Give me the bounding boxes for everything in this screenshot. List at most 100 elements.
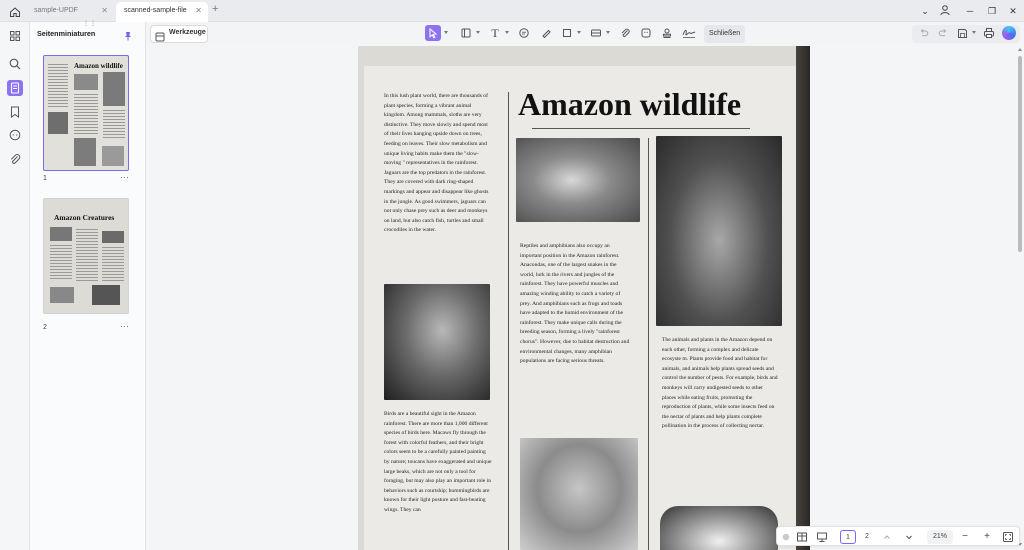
presentation-icon[interactable] bbox=[815, 530, 829, 544]
text-tool-icon[interactable]: T bbox=[487, 25, 503, 41]
thumbnails-icon[interactable] bbox=[7, 80, 23, 96]
column-2-text: Reptiles and amphibians also occupy an i… bbox=[520, 243, 630, 365]
zoom-out-button[interactable]: − bbox=[957, 530, 973, 544]
thumb-heading: Amazon Creatures bbox=[54, 213, 115, 222]
sticker-icon[interactable] bbox=[638, 25, 654, 41]
tools-icon bbox=[155, 29, 165, 42]
attachment-icon[interactable] bbox=[7, 151, 23, 167]
flamingo-photo bbox=[384, 284, 490, 400]
tools-label: Werkzeuge bbox=[169, 29, 206, 36]
page-number: 1 bbox=[43, 175, 47, 182]
document-page: In this lush plant world, there are thou… bbox=[358, 46, 810, 550]
edit-tool-caret-icon[interactable] bbox=[476, 31, 480, 34]
main-toolbar: Werkzeuge T Schließen bbox=[146, 22, 1024, 46]
fit-page-icon[interactable] bbox=[1001, 530, 1015, 544]
pin-icon[interactable] bbox=[123, 28, 133, 41]
comment-icon[interactable] bbox=[7, 127, 23, 143]
ai-assistant-icon[interactable] bbox=[1002, 26, 1016, 40]
highlight-icon[interactable] bbox=[538, 25, 554, 41]
page-thumbnail-2[interactable]: Amazon Creatures bbox=[43, 198, 129, 314]
column-1-text-2: Birds are a beautiful sight in the Amazo… bbox=[384, 411, 492, 513]
print-icon[interactable] bbox=[981, 25, 997, 41]
shape-caret-icon[interactable] bbox=[577, 31, 581, 34]
attach-file-icon[interactable] bbox=[617, 25, 633, 41]
scrollbar-thumb[interactable] bbox=[1018, 56, 1022, 252]
restore-icon[interactable]: ❐ bbox=[985, 4, 999, 18]
edit-tool-icon[interactable] bbox=[458, 25, 474, 41]
tab-label: sample-UPDF bbox=[34, 7, 78, 14]
headline-rule bbox=[532, 128, 750, 129]
next-page-icon[interactable] bbox=[903, 530, 915, 544]
page-navigation-bar: 1 2 21% − + bbox=[776, 526, 1020, 546]
column-1-text: In this lush plant world, there are thou… bbox=[384, 93, 489, 234]
previous-page-icon[interactable] bbox=[881, 530, 893, 544]
close-window-icon[interactable]: ✕ bbox=[1006, 4, 1020, 18]
thumb-text-block bbox=[103, 110, 125, 138]
save-icon[interactable] bbox=[954, 25, 970, 41]
giraffe-photo bbox=[520, 438, 638, 550]
save-caret-icon[interactable] bbox=[972, 31, 976, 34]
ai-orb-icon[interactable] bbox=[779, 530, 793, 544]
tools-button[interactable]: Werkzeuge bbox=[150, 25, 208, 43]
scroll-up-icon[interactable] bbox=[1018, 48, 1022, 51]
vertical-scrollbar[interactable] bbox=[1016, 46, 1024, 550]
organize-icon[interactable] bbox=[7, 28, 23, 44]
form-field-icon[interactable] bbox=[588, 25, 604, 41]
select-tool-icon[interactable] bbox=[425, 25, 441, 41]
thumb-photo bbox=[50, 287, 74, 303]
stamp-icon[interactable] bbox=[659, 25, 675, 41]
thumb-heading: Amazon wildlife bbox=[74, 62, 123, 70]
thumb-photo bbox=[102, 231, 124, 243]
snowy-owl-photo bbox=[660, 506, 778, 550]
page-thumbnail-1[interactable]: Amazon wildlife bbox=[43, 55, 129, 171]
thumb-text-block bbox=[74, 94, 98, 134]
tab-label: scanned-sample-file bbox=[124, 7, 187, 14]
page-more-icon[interactable]: ··· bbox=[120, 321, 129, 331]
resize-handle-icon[interactable]: ⋮⋮ bbox=[83, 20, 97, 27]
close-tab-icon[interactable]: ✕ bbox=[101, 2, 108, 20]
thumb-text-block bbox=[48, 64, 68, 108]
owl-photo bbox=[516, 138, 640, 222]
zoom-level[interactable]: 21% bbox=[927, 530, 953, 544]
select-tool-caret-icon[interactable] bbox=[444, 31, 448, 34]
collapse-icon[interactable]: ⌄ bbox=[918, 4, 932, 18]
text-tool-caret-icon[interactable] bbox=[505, 31, 509, 34]
form-field-caret-icon[interactable] bbox=[606, 31, 610, 34]
bookmark-icon[interactable] bbox=[7, 104, 23, 120]
thumb-photo bbox=[48, 112, 68, 134]
document-viewer: In this lush plant world, there are thou… bbox=[146, 46, 1016, 550]
thumb-text-block bbox=[76, 229, 98, 281]
zoom-in-button[interactable]: + bbox=[979, 530, 995, 544]
callout-icon[interactable] bbox=[516, 25, 532, 41]
shape-icon[interactable] bbox=[559, 25, 575, 41]
left-rail bbox=[0, 22, 30, 550]
thumb-photo bbox=[103, 72, 125, 106]
account-icon[interactable] bbox=[938, 4, 952, 18]
undo-icon[interactable] bbox=[916, 25, 932, 41]
home-icon[interactable] bbox=[9, 5, 21, 17]
tab-sample-updf[interactable]: sample-UPDF ✕ bbox=[26, 2, 114, 22]
page-layout-icon[interactable] bbox=[795, 530, 809, 544]
page-dark-edge bbox=[796, 46, 810, 550]
column-3-text: The animals and plants in the Amazon dep… bbox=[662, 337, 778, 430]
thumb-photo bbox=[50, 227, 72, 241]
column-divider bbox=[508, 92, 509, 550]
page-more-icon[interactable]: ··· bbox=[120, 172, 129, 182]
thumb-text-block bbox=[102, 247, 124, 281]
page-number: 2 bbox=[43, 324, 47, 331]
thumb-photo bbox=[102, 146, 124, 166]
signature-icon[interactable] bbox=[681, 25, 697, 41]
thumbnail-panel: Seitenminiaturen ⋮⋮ Amazon wildlife 1 ··… bbox=[30, 20, 146, 550]
current-page-input[interactable]: 1 bbox=[840, 530, 856, 544]
column-divider bbox=[648, 138, 649, 550]
redo-icon[interactable] bbox=[935, 25, 951, 41]
headline: Amazon wildlife bbox=[518, 86, 742, 122]
close-tab-icon[interactable]: ✕ bbox=[195, 2, 202, 20]
minimize-icon[interactable]: ─ bbox=[963, 4, 977, 18]
tab-scanned-sample-file[interactable]: scanned-sample-file ✕ bbox=[116, 2, 208, 22]
close-tools-button[interactable]: Schließen bbox=[704, 25, 746, 43]
panel-title: Seitenminiaturen bbox=[37, 29, 96, 38]
new-tab-button[interactable]: + bbox=[212, 3, 218, 15]
frog-photo bbox=[656, 136, 782, 326]
search-icon[interactable] bbox=[7, 56, 23, 72]
